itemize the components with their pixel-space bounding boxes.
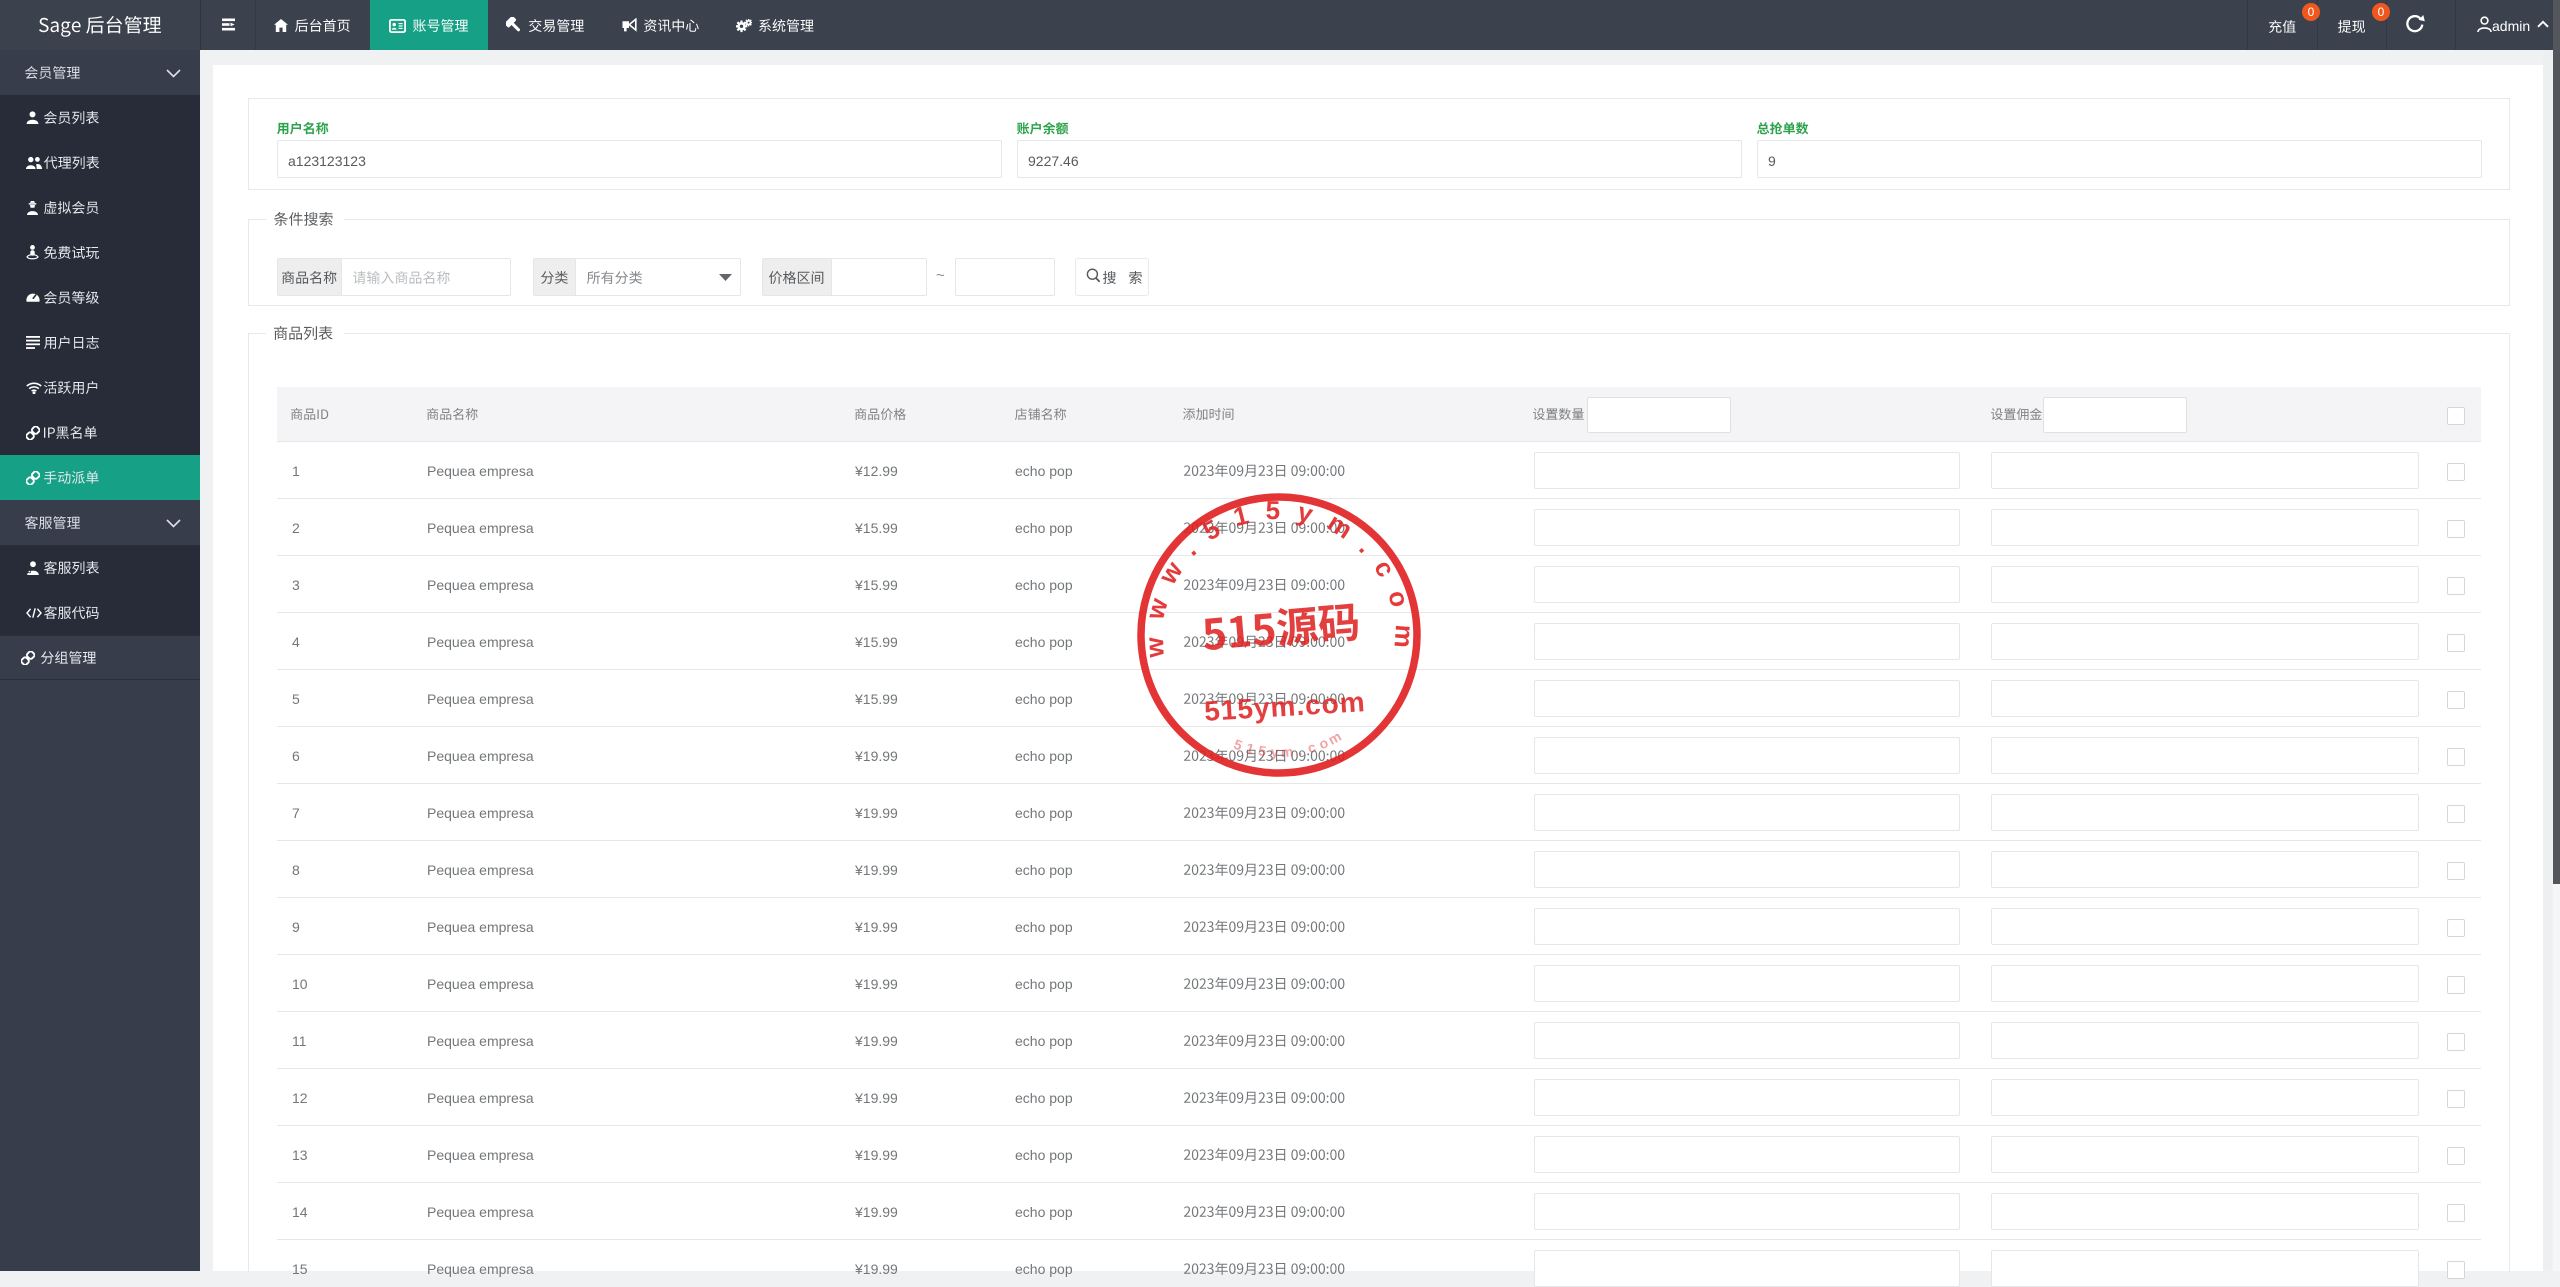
svg-text:.: . bbox=[1296, 742, 1303, 758]
svg-text:5: 5 bbox=[1257, 742, 1267, 759]
svg-text:y: y bbox=[1270, 744, 1279, 760]
svg-text:m: m bbox=[1280, 743, 1294, 760]
svg-text:5: 5 bbox=[1232, 736, 1245, 754]
svg-text:1: 1 bbox=[1244, 740, 1256, 757]
svg-text:c: c bbox=[1306, 738, 1318, 756]
